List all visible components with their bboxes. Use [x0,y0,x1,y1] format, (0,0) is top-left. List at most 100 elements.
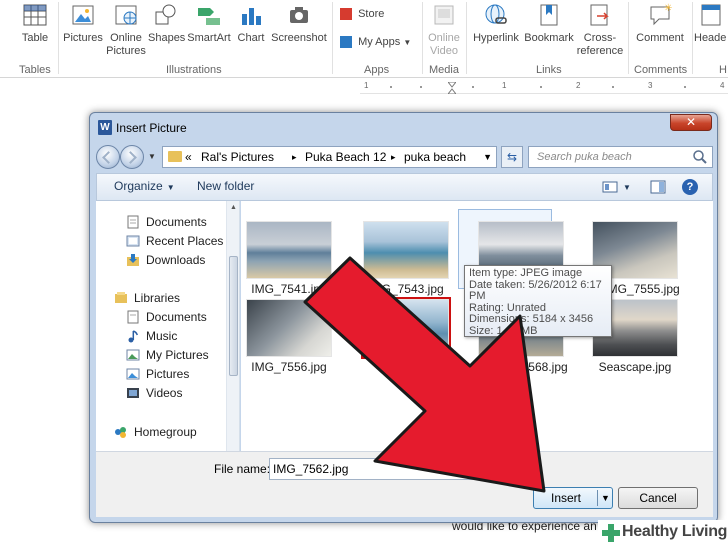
my-apps-button[interactable]: My Apps ▼ [340,36,420,49]
cross-reference-button[interactable]: Cross- reference [576,2,624,58]
breadcrumb-rals-pictures[interactable]: Ral's Pictures [201,147,274,167]
cross-reference-label-2: reference [576,45,624,57]
navigation-pane: Documents Recent Places Downloads Librar… [96,201,240,451]
tooltip-item-type: Item type: JPEG image [469,267,583,279]
nav-label: Pictures [146,367,190,381]
insert-dropdown-icon[interactable]: ▼ [601,488,610,508]
breadcrumb-puka-beach[interactable]: puka beach [404,147,466,167]
file-name: IMG_7556.jpg [251,360,327,374]
watermark-text: Healthy Living [622,523,728,540]
view-dropdown-icon[interactable]: ▼ [623,183,631,192]
ruler-tick [540,86,542,88]
store-button[interactable]: Store [340,8,410,21]
hyperlink-button[interactable]: Hyperlink [470,2,522,45]
svg-text:✳: ✳ [664,3,672,14]
bookmark-label: Bookmark [524,32,574,44]
pictures-button[interactable]: Pictures [62,2,104,45]
address-dropdown-icon[interactable]: ▼ [483,147,492,167]
forward-button[interactable] [120,145,144,169]
header-icon [701,4,721,26]
new-folder-button[interactable]: New folder [197,179,254,193]
ruler-tick [612,86,614,88]
nav-label: Recent Places [146,234,224,248]
watermark: Healthy Living [598,520,728,546]
ruler-label: 1 [364,81,369,90]
change-view-icon[interactable] [602,179,618,195]
header-group-label: H [719,64,727,76]
scroll-up-icon[interactable]: ▲ [230,204,237,211]
file-image [363,221,449,279]
online-pictures-label-1: Online [110,32,142,44]
file-thumbnail[interactable]: IMG_7543.jpg [358,221,454,296]
file-thumbnail-selected[interactable] [358,297,454,359]
file-name-input[interactable]: IMG_7562.jpg [269,458,509,480]
preview-pane-icon[interactable] [650,179,666,195]
indent-marker[interactable] [446,81,458,95]
insert-button[interactable]: Insert ▼ [533,487,613,509]
file-image [246,221,332,279]
file-thumbnail[interactable]: IMG_7556.jpg [241,299,337,374]
address-bar[interactable]: « Ral's Pictures ▸ Puka Beach 12 ▸ puka … [162,146,497,168]
bookmark-icon [540,4,558,26]
smartart-button[interactable]: SmartArt [186,2,232,45]
comment-button[interactable]: ✳ Comment [632,2,688,45]
breadcrumb-separator[interactable]: ▸ [391,147,396,167]
pictures-icon [72,5,94,25]
online-video-label-1: Online [428,32,460,44]
shapes-button[interactable]: Shapes [148,2,185,45]
comments-group-label: Comments [634,64,688,76]
cross-reference-label-1: Cross- [583,32,617,44]
breadcrumb-overflow[interactable]: « [185,147,192,167]
nav-label: Homegroup [134,425,197,439]
videos-icon [127,388,139,398]
online-video-button[interactable]: Online Video [426,2,462,58]
screenshot-label: Screenshot [271,32,327,44]
file-name: IMG_7543.jpg [368,282,444,296]
chart-label: Chart [237,32,265,44]
help-icon[interactable]: ? [682,179,698,195]
nav-label: Music [146,329,178,343]
header-label: Heade [694,32,727,44]
file-thumbnail[interactable]: IMG_7541.jpg [241,221,337,296]
chart-button[interactable]: Chart [236,2,266,45]
history-dropdown-icon[interactable]: ▼ [148,152,156,161]
cross-reference-icon [590,4,609,26]
libraries-icon [115,292,127,303]
back-button[interactable] [96,145,120,169]
ribbon-separator [466,2,467,74]
search-input[interactable]: Search puka beach [528,146,713,168]
close-button[interactable]: ✕ [670,114,712,131]
table-icon [23,4,47,26]
ribbon: Table Tables Pictures Online Pictures Sh… [0,0,728,78]
my-apps-label: My Apps [358,36,401,48]
cancel-button[interactable]: Cancel [618,487,698,509]
insert-label: Insert [550,491,581,505]
header-button[interactable]: Heade [694,2,728,45]
breadcrumb-separator[interactable]: ▸ [292,147,297,167]
online-video-icon [434,5,454,25]
file-name: IMG_7541.jpg [251,282,327,296]
nav-label: Documents [146,310,207,324]
breadcrumb-puka-beach-12[interactable]: Puka Beach 12 [305,147,386,167]
nav-label: Downloads [146,253,206,267]
ruler-label: 2 [576,81,581,90]
illustrations-group-label: Illustrations [166,64,222,76]
online-pictures-label-2: Pictures [106,45,146,57]
table-button[interactable]: Table [18,2,52,45]
online-pictures-button[interactable]: Online Pictures [106,2,146,58]
nav-scrollbar[interactable]: ▲ [226,201,239,451]
command-bar: Organize ▼ New folder ▼ ? [96,173,713,201]
file-image [246,299,332,357]
bookmark-button[interactable]: Bookmark [522,2,576,45]
downloads-icon [127,254,139,266]
scroll-thumb[interactable] [229,256,238,376]
nav-label: My Pictures [146,348,209,362]
organize-menu[interactable]: Organize ▼ [114,179,175,193]
ruler-label: 1 [502,81,507,90]
store-icon [340,8,352,21]
ruler-label: 4 [720,81,725,90]
screenshot-button[interactable]: Screenshot [270,2,328,45]
comment-icon: ✳ [650,3,672,26]
tooltip-date-taken: Date taken: 5/26/2012 6:17 PM [469,278,602,303]
refresh-button[interactable]: ⇆ [501,146,523,168]
